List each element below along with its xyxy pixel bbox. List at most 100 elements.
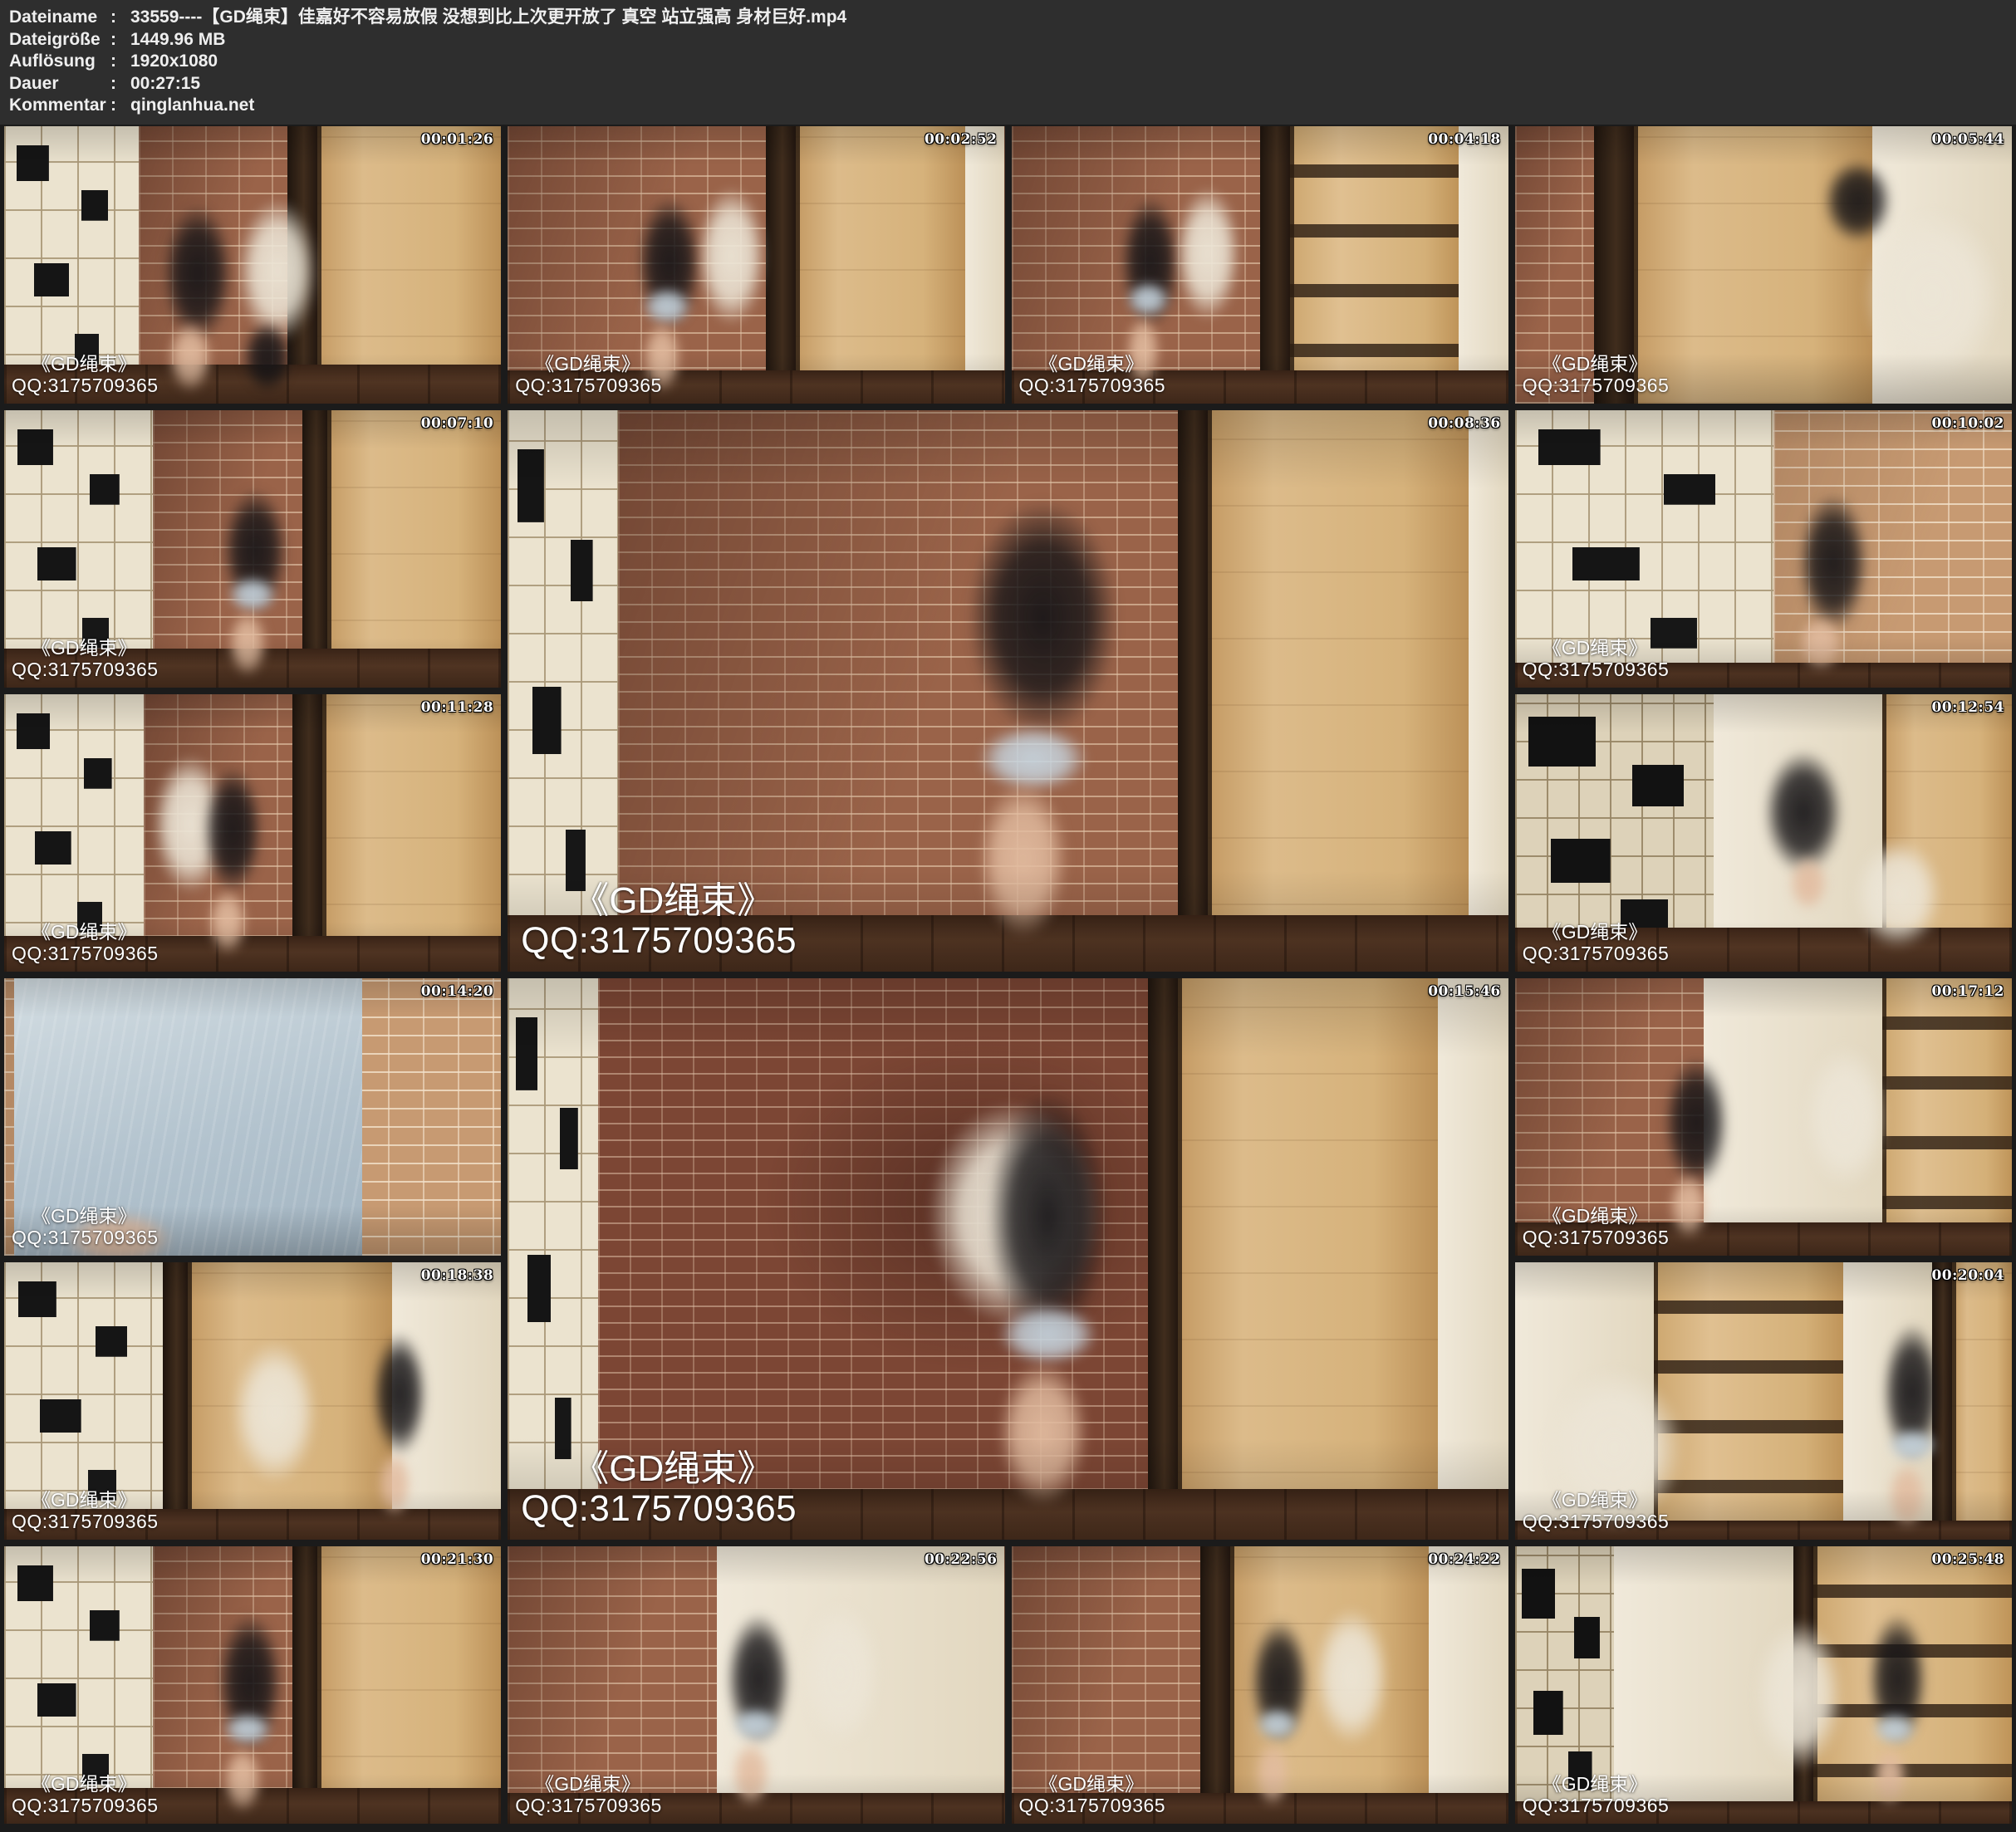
watermark-qq: QQ:3175709365	[12, 375, 159, 396]
metadata-separator: :	[110, 51, 130, 73]
video-thumbnail: 00:05:44 《GD绳束》 QQ:3175709365	[1515, 126, 2012, 404]
timestamp-overlay: 00:17:12	[1931, 983, 2004, 1000]
timestamp-overlay: 00:21:30	[421, 1551, 494, 1568]
watermark-qq: QQ:3175709365	[1019, 375, 1166, 396]
timestamp-overlay: 00:15:46	[1428, 983, 1501, 1000]
metadata-label: Auflösung	[9, 51, 110, 73]
watermark: 《GD绳束》 QQ:3175709365	[515, 1773, 662, 1816]
timestamp-overlay: 00:08:36	[1428, 415, 1501, 432]
watermark: 《GD绳束》 QQ:3175709365	[12, 353, 159, 396]
video-thumbnail: 00:18:38 《GD绳束》 QQ:3175709365	[4, 1262, 501, 1540]
video-thumbnail: 00:08:36 《GD绳束》 QQ:3175709365	[508, 410, 1508, 972]
file-metadata-header: Dateiname : 33559----【GD绳束】佳嘉好不容易放假 没想到比…	[0, 0, 2016, 125]
video-thumbnail: 00:04:18 《GD绳束》 QQ:3175709365	[1012, 126, 1508, 404]
video-thumbnail: 00:02:52 《GD绳束》 QQ:3175709365	[508, 126, 1004, 404]
video-thumbnail: 00:20:04 《GD绳束》 QQ:3175709365	[1515, 1262, 2012, 1540]
watermark-qq: QQ:3175709365	[1523, 943, 1670, 964]
watermark-qq: QQ:3175709365	[1523, 1795, 1670, 1816]
watermark-title: 《GD绳束》	[32, 637, 159, 659]
watermark-title: 《GD绳束》	[32, 921, 159, 943]
video-thumbnail: 00:17:12 《GD绳束》 QQ:3175709365	[1515, 978, 2012, 1256]
timestamp-overlay: 00:14:20	[421, 983, 494, 1000]
watermark-qq: QQ:3175709365	[521, 921, 797, 961]
metadata-value: qinglanhua.net	[130, 95, 254, 117]
watermark-qq: QQ:3175709365	[515, 375, 662, 396]
watermark: 《GD绳束》 QQ:3175709365	[12, 637, 159, 680]
watermark: 《GD绳束》 QQ:3175709365	[1523, 637, 1670, 680]
metadata-row: Kommentar : qinglanhua.net	[9, 95, 2006, 117]
watermark-qq: QQ:3175709365	[1523, 1227, 1670, 1248]
metadata-value: 33559----【GD绳束】佳嘉好不容易放假 没想到比上次更开放了 真空 站立…	[130, 7, 846, 29]
watermark-title: 《GD绳束》	[1039, 1773, 1166, 1795]
watermark-title: 《GD绳束》	[32, 1489, 159, 1511]
video-thumbnail: 00:11:28 《GD绳束》 QQ:3175709365	[4, 694, 501, 972]
metadata-value: 1920x1080	[130, 51, 218, 73]
video-thumbnail: 00:12:54 《GD绳束》 QQ:3175709365	[1515, 694, 2012, 972]
timestamp-overlay: 00:10:02	[1931, 415, 2004, 432]
watermark: 《GD绳束》 QQ:3175709365	[1523, 1489, 1670, 1532]
watermark-title: 《GD绳束》	[535, 353, 662, 375]
watermark-qq: QQ:3175709365	[12, 1227, 159, 1248]
metadata-row: Dateiname : 33559----【GD绳束】佳嘉好不容易放假 没想到比…	[9, 7, 2006, 29]
watermark-qq: QQ:3175709365	[1523, 659, 1670, 680]
video-thumbnail: 00:15:46 《GD绳束》 QQ:3175709365	[508, 978, 1508, 1540]
watermark: 《GD绳束》 QQ:3175709365	[1523, 1205, 1670, 1248]
timestamp-overlay: 00:02:52	[925, 131, 998, 148]
video-thumbnail: 00:10:02 《GD绳束》 QQ:3175709365	[1515, 410, 2012, 688]
watermark: 《GD绳束》 QQ:3175709365	[521, 881, 797, 961]
watermark-qq: QQ:3175709365	[515, 1795, 662, 1816]
video-thumbnail: 00:22:56 《GD绳束》 QQ:3175709365	[508, 1546, 1004, 1824]
metadata-label: Dauer	[9, 73, 110, 96]
metadata-label: Dateigröße	[9, 29, 110, 51]
metadata-row: Dateigröße : 1449.96 MB	[9, 29, 2006, 51]
video-thumbnail: 00:24:22 《GD绳束》 QQ:3175709365	[1012, 1546, 1508, 1824]
metadata-label: Kommentar	[9, 95, 110, 117]
watermark-title: 《GD绳束》	[1543, 921, 1670, 943]
watermark-title: 《GD绳束》	[32, 353, 159, 375]
watermark-qq: QQ:3175709365	[1523, 375, 1670, 396]
watermark: 《GD绳束》 QQ:3175709365	[1523, 353, 1670, 396]
timestamp-overlay: 00:12:54	[1931, 699, 2004, 716]
watermark: 《GD绳束》 QQ:3175709365	[12, 1773, 159, 1816]
watermark: 《GD绳束》 QQ:3175709365	[1523, 1773, 1670, 1816]
watermark: 《GD绳束》 QQ:3175709365	[1019, 1773, 1166, 1816]
watermark: 《GD绳束》 QQ:3175709365	[1019, 353, 1166, 396]
watermark-qq: QQ:3175709365	[12, 659, 159, 680]
video-thumbnail: 00:14:20 《GD绳束》 QQ:3175709365	[4, 978, 501, 1256]
watermark-title: 《GD绳束》	[1543, 1773, 1670, 1795]
watermark-title: 《GD绳束》	[1543, 1489, 1670, 1511]
watermark: 《GD绳束》 QQ:3175709365	[515, 353, 662, 396]
watermark: 《GD绳束》 QQ:3175709365	[12, 921, 159, 964]
timestamp-overlay: 00:05:44	[1931, 131, 2004, 148]
metadata-row: Dauer : 00:27:15	[9, 73, 2006, 96]
timestamp-overlay: 00:25:48	[1931, 1551, 2004, 1568]
watermark-qq: QQ:3175709365	[1019, 1795, 1166, 1816]
timestamp-overlay: 00:22:56	[925, 1551, 998, 1568]
metadata-separator: :	[110, 95, 130, 117]
timestamp-overlay: 00:24:22	[1428, 1551, 1501, 1568]
timestamp-overlay: 00:07:10	[421, 415, 494, 432]
watermark-title: 《GD绳束》	[1543, 637, 1670, 659]
metadata-label: Dateiname	[9, 7, 110, 29]
watermark-qq: QQ:3175709365	[1523, 1511, 1670, 1532]
metadata-separator: :	[110, 73, 130, 96]
watermark-title: 《GD绳束》	[1543, 1205, 1670, 1227]
timestamp-overlay: 00:11:28	[421, 699, 494, 716]
watermark: 《GD绳束》 QQ:3175709365	[1523, 921, 1670, 964]
metadata-row: Auflösung : 1920x1080	[9, 51, 2006, 73]
watermark-qq: QQ:3175709365	[12, 943, 159, 964]
watermark-title: 《GD绳束》	[1543, 353, 1670, 375]
watermark-title: 《GD绳束》	[572, 881, 797, 921]
metadata-separator: :	[110, 29, 130, 51]
watermark-qq: QQ:3175709365	[521, 1489, 797, 1529]
watermark-title: 《GD绳束》	[32, 1773, 159, 1795]
metadata-separator: :	[110, 7, 130, 29]
video-thumbnail: 00:07:10 《GD绳束》 QQ:3175709365	[4, 410, 501, 688]
metadata-value: 1449.96 MB	[130, 29, 225, 51]
thumbnail-grid: 00:01:26 《GD绳束》 QQ:3175709365 00:02:52 《…	[0, 125, 2016, 1832]
watermark: 《GD绳束》 QQ:3175709365	[12, 1489, 159, 1532]
watermark-title: 《GD绳束》	[32, 1205, 159, 1227]
watermark-title: 《GD绳束》	[572, 1449, 797, 1489]
watermark: 《GD绳束》 QQ:3175709365	[12, 1205, 159, 1248]
metadata-value: 00:27:15	[130, 73, 200, 96]
